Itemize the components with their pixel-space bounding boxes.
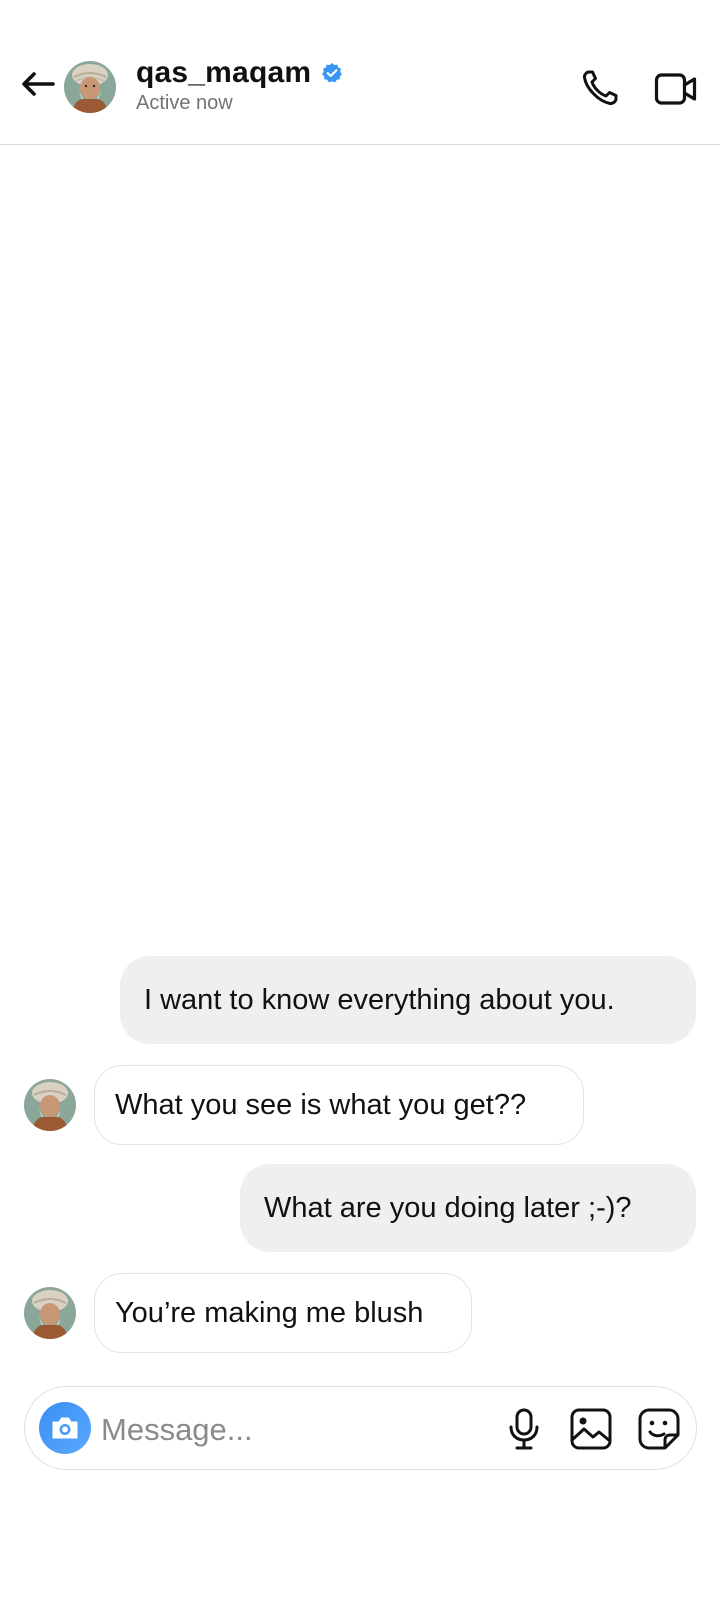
- video-camera-icon[interactable]: [654, 70, 698, 108]
- message-bubble-incoming[interactable]: What you see is what you get??: [94, 1065, 584, 1145]
- message-bubble-incoming[interactable]: You’re making me blush: [94, 1273, 472, 1353]
- phone-icon[interactable]: [580, 68, 620, 108]
- chat-header: qas_maqam Active now: [0, 0, 720, 145]
- chat-screen: qas_maqam Active now I want to know ever…: [0, 0, 720, 1600]
- profile-avatar[interactable]: [64, 61, 116, 113]
- message-bubble-outgoing[interactable]: I want to know everything about you.: [120, 956, 696, 1044]
- image-icon[interactable]: [569, 1407, 613, 1451]
- back-arrow-icon[interactable]: [20, 66, 56, 102]
- message-bubble-outgoing[interactable]: What are you doing later ;-)?: [240, 1164, 696, 1252]
- message-input[interactable]: [99, 1407, 403, 1453]
- active-status: Active now: [136, 92, 233, 114]
- message-composer: [24, 1386, 697, 1470]
- sticker-icon[interactable]: [637, 1407, 681, 1451]
- camera-icon[interactable]: [39, 1402, 91, 1454]
- chat-title[interactable]: qas_maqam Active now: [136, 56, 343, 115]
- verified-badge-icon: [321, 62, 343, 84]
- sender-avatar[interactable]: [24, 1079, 76, 1131]
- microphone-icon[interactable]: [503, 1407, 545, 1451]
- sender-avatar[interactable]: [24, 1287, 76, 1339]
- username: qas_maqam: [136, 56, 312, 89]
